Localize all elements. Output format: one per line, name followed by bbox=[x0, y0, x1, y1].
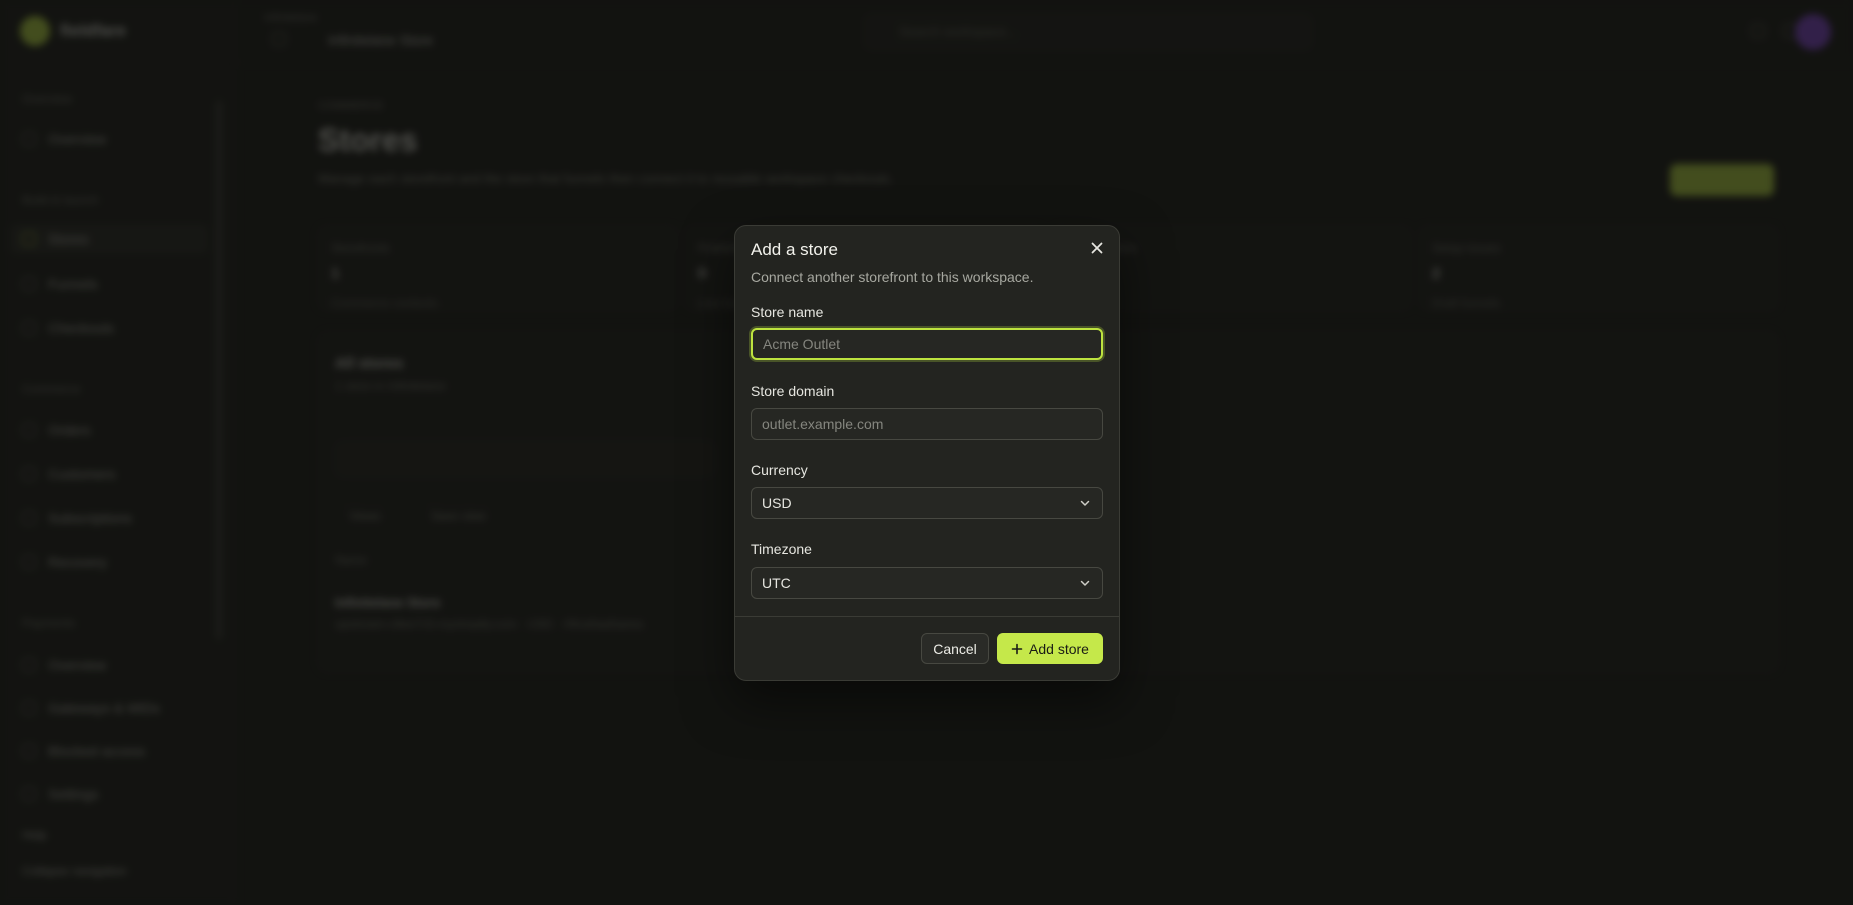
store-name-label: Store name bbox=[751, 304, 824, 320]
store-name-input[interactable] bbox=[751, 328, 1103, 360]
currency-value: USD bbox=[762, 495, 792, 511]
chevron-down-icon bbox=[1080, 580, 1090, 586]
timezone-label: Timezone bbox=[751, 541, 812, 557]
dialog-title: Add a store bbox=[751, 240, 838, 259]
add-store-label: Add store bbox=[1029, 640, 1089, 657]
store-domain-label: Store domain bbox=[751, 383, 835, 399]
currency-select[interactable]: USD bbox=[751, 487, 1103, 519]
close-button[interactable] bbox=[1087, 238, 1107, 258]
store-domain-input[interactable] bbox=[751, 408, 1103, 440]
timezone-select[interactable]: UTC bbox=[751, 567, 1103, 599]
currency-label: Currency bbox=[751, 462, 808, 478]
cancel-button[interactable]: Cancel bbox=[921, 633, 989, 664]
plus-icon bbox=[1011, 643, 1023, 654]
dialog-footer-divider bbox=[735, 616, 1119, 617]
chevron-down-icon bbox=[1080, 500, 1090, 506]
add-store-dialog: Add a store Connect another storefront t… bbox=[734, 225, 1120, 681]
close-icon bbox=[1091, 242, 1103, 254]
dialog-description: Connect another storefront to this works… bbox=[751, 269, 1034, 285]
timezone-value: UTC bbox=[762, 575, 791, 591]
add-store-submit-button[interactable]: Add store bbox=[997, 633, 1103, 664]
